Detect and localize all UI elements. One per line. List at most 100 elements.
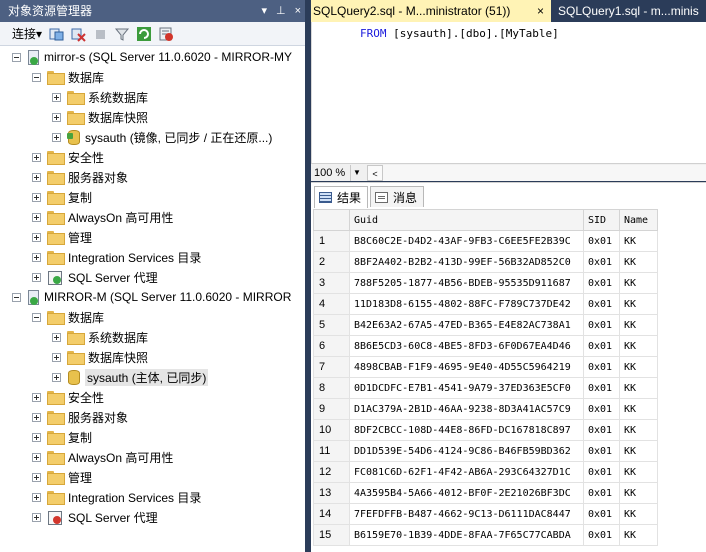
tree-node[interactable]: 系统数据库 xyxy=(52,87,148,107)
tree-node[interactable]: 服务器对象 xyxy=(32,407,128,427)
name-cell[interactable]: KK xyxy=(619,230,658,252)
stop-icon[interactable] xyxy=(92,26,108,42)
tree-node[interactable]: 管理 xyxy=(32,227,92,247)
sid-cell[interactable]: 0x01 xyxy=(583,461,620,483)
tree-node[interactable]: mirror-s (SQL Server 11.0.6020 - MIRROR-… xyxy=(12,47,292,67)
tree-node[interactable]: 服务器对象 xyxy=(32,167,128,187)
collapse-icon[interactable] xyxy=(32,72,41,82)
horizontal-scrollbar[interactable] xyxy=(383,164,706,181)
row-number-cell[interactable]: 13 xyxy=(313,482,350,504)
scroll-left-button[interactable]: < xyxy=(367,164,383,181)
name-cell[interactable]: KK xyxy=(619,314,658,336)
expand-icon[interactable] xyxy=(32,232,41,242)
name-cell[interactable]: KK xyxy=(619,335,658,357)
guid-cell[interactable]: FC081C6D-62F1-4F42-AB6A-293C64327D1C xyxy=(349,461,584,483)
tree-node[interactable]: sysauth (镜像, 已同步 / 正在还原...) xyxy=(52,127,272,147)
sid-cell[interactable]: 0x01 xyxy=(583,440,620,462)
sql-code-editor[interactable]: FROM [sysauth].[dbo].[MyTable] xyxy=(311,22,706,163)
table-row[interactable]: 13 4A3595B4-5A66-4012-BF0F-2E21026BF3DC 0x… xyxy=(313,482,658,504)
collapse-icon[interactable] xyxy=(12,52,21,62)
row-number-cell[interactable]: 3 xyxy=(313,272,350,294)
expand-icon[interactable] xyxy=(52,372,61,382)
tree-node[interactable]: MIRROR-M (SQL Server 11.0.6020 - MIRROR xyxy=(12,287,291,307)
sid-cell[interactable]: 0x01 xyxy=(583,356,620,378)
collapse-icon[interactable] xyxy=(12,292,21,302)
name-cell[interactable]: KK xyxy=(619,503,658,525)
expand-icon[interactable] xyxy=(32,472,41,482)
guid-cell[interactable]: 8B6E5CD3-60C8-4BE5-8FD3-6F0D67EA4D46 xyxy=(349,335,584,357)
table-row[interactable]: 5 B42E63A2-67A5-47ED-B365-E4E82AC738A1 0x0… xyxy=(313,314,658,336)
row-number-cell[interactable]: 15 xyxy=(313,524,350,546)
tree-node[interactable]: 复制 xyxy=(32,187,92,207)
expand-icon[interactable] xyxy=(32,272,41,282)
expand-icon[interactable] xyxy=(32,212,41,222)
column-header-sid[interactable]: SID xyxy=(583,209,620,231)
expand-icon[interactable] xyxy=(52,332,61,342)
guid-cell[interactable]: B42E63A2-67A5-47ED-B365-E4E82AC738A1 xyxy=(349,314,584,336)
name-cell[interactable]: KK xyxy=(619,356,658,378)
expand-icon[interactable] xyxy=(32,252,41,262)
refresh-icon[interactable] xyxy=(136,26,152,42)
sid-cell[interactable]: 0x01 xyxy=(583,482,620,504)
guid-cell[interactable]: 4A3595B4-5A66-4012-BF0F-2E21026BF3DC xyxy=(349,482,584,504)
tree-node[interactable]: AlwaysOn 高可用性 xyxy=(32,447,173,467)
row-number-cell[interactable]: 2 xyxy=(313,251,350,273)
table-row[interactable]: 3 788F5205-1877-4B56-BDEB-95535D911687 0x0… xyxy=(313,272,658,294)
tab-results[interactable]: 结果 xyxy=(314,186,369,208)
expand-icon[interactable] xyxy=(52,352,61,362)
sid-cell[interactable]: 0x01 xyxy=(583,272,620,294)
expand-icon[interactable] xyxy=(32,152,41,162)
expand-icon[interactable] xyxy=(32,172,41,182)
name-cell[interactable]: KK xyxy=(619,272,658,294)
expand-icon[interactable] xyxy=(32,492,41,502)
guid-cell[interactable]: 4898CBAB-F1F9-4695-9E40-4D55C5964219 xyxy=(349,356,584,378)
chevron-down-icon[interactable]: ▼ xyxy=(353,168,365,177)
table-row[interactable]: 9 D1AC379A-2B1D-46AA-9238-8D3A41AC57C9 0x0… xyxy=(313,398,658,420)
tree-node[interactable]: SQL Server 代理 xyxy=(32,507,158,527)
table-row[interactable]: 14 7FEFDFFB-B487-4662-9C13-D6111DAC8447 0x… xyxy=(313,503,658,525)
zoom-level-dropdown[interactable]: 100 % xyxy=(311,164,351,181)
row-number-cell[interactable]: 1 xyxy=(313,230,350,252)
sid-cell[interactable]: 0x01 xyxy=(583,335,620,357)
tab-messages[interactable]: 消息 xyxy=(370,186,425,208)
tree-node[interactable]: 数据库快照 xyxy=(52,347,148,367)
guid-cell[interactable]: 11D183D8-6155-4802-88FC-F789C737DE42 xyxy=(349,293,584,315)
table-row[interactable]: 8 0D1DCDFC-E7B1-4541-9A79-37ED363E5CF0 0x0… xyxy=(313,377,658,399)
tree-node[interactable]: 数据库 xyxy=(32,67,104,87)
guid-cell[interactable]: 788F5205-1877-4B56-BDEB-95535D911687 xyxy=(349,272,584,294)
table-row[interactable]: 2 8BF2A402-B2B2-413D-99EF-56B32AD852C0 0x0… xyxy=(313,251,658,273)
table-row[interactable]: 15 B6159E70-1B39-4DDE-8FAA-7F65C77CABDA 0x… xyxy=(313,524,658,546)
sid-cell[interactable]: 0x01 xyxy=(583,503,620,525)
row-number-cell[interactable]: 5 xyxy=(313,314,350,336)
row-number-cell[interactable]: 10 xyxy=(313,419,350,441)
row-number-cell[interactable]: 7 xyxy=(313,356,350,378)
name-cell[interactable]: KK xyxy=(619,419,658,441)
sid-cell[interactable]: 0x01 xyxy=(583,398,620,420)
name-cell[interactable]: KK xyxy=(619,251,658,273)
name-cell[interactable]: KK xyxy=(619,482,658,504)
tree-node[interactable]: Integration Services 目录 xyxy=(32,247,201,267)
collapse-icon[interactable] xyxy=(32,312,41,322)
sid-cell[interactable]: 0x01 xyxy=(583,524,620,546)
activity-monitor-icon[interactable] xyxy=(158,26,174,42)
row-number-cell[interactable]: 4 xyxy=(313,293,350,315)
name-cell[interactable]: KK xyxy=(619,377,658,399)
row-number-cell[interactable]: 8 xyxy=(313,377,350,399)
tree-node[interactable]: 安全性 xyxy=(32,387,104,407)
expand-icon[interactable] xyxy=(32,412,41,422)
tree-node[interactable]: sysauth (主体, 已同步) xyxy=(52,367,209,387)
expand-icon[interactable] xyxy=(32,192,41,202)
row-number-header[interactable] xyxy=(313,209,350,231)
column-header-guid[interactable]: Guid xyxy=(349,209,584,231)
sid-cell[interactable]: 0x01 xyxy=(583,377,620,399)
filter-icon[interactable] xyxy=(114,26,130,42)
close-panel-icon[interactable]: × xyxy=(295,0,301,22)
expand-icon[interactable] xyxy=(32,432,41,442)
name-cell[interactable]: KK xyxy=(619,440,658,462)
name-cell[interactable]: KK xyxy=(619,293,658,315)
guid-cell[interactable]: B6159E70-1B39-4DDE-8FAA-7F65C77CABDA xyxy=(349,524,584,546)
tab-sqlquery1[interactable]: SQLQuery1.sql - m...minis xyxy=(556,0,706,22)
name-cell[interactable]: KK xyxy=(619,398,658,420)
row-number-cell[interactable]: 11 xyxy=(313,440,350,462)
tree-node[interactable]: AlwaysOn 高可用性 xyxy=(32,207,173,227)
